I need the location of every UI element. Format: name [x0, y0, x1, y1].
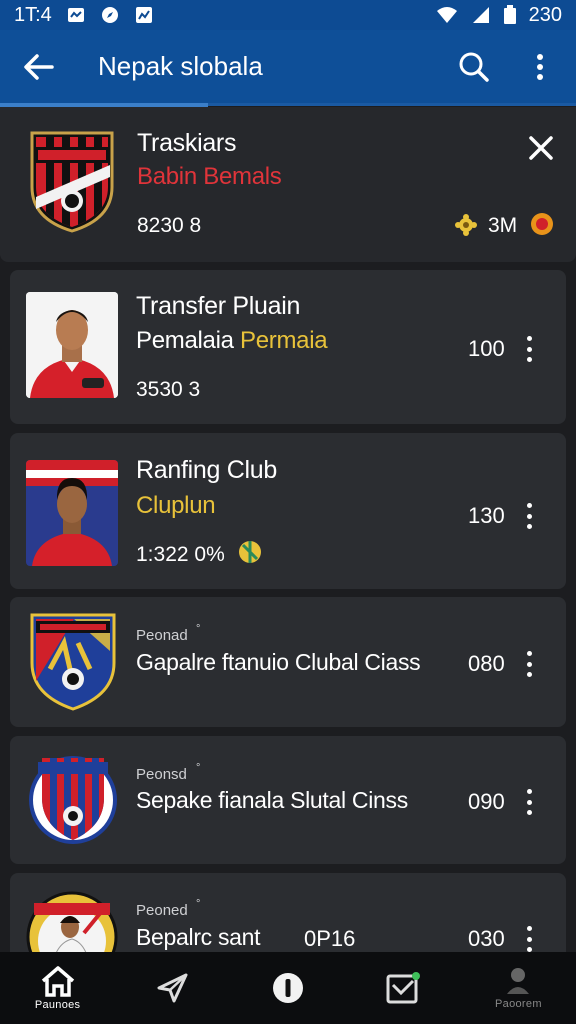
card-extra: 0P16 — [304, 926, 356, 951]
close-button[interactable] — [528, 135, 556, 163]
arrow-left-icon — [24, 53, 54, 80]
nav-info[interactable] — [230, 952, 345, 1024]
ball-icon — [239, 541, 261, 563]
superscript-mark: ° — [196, 623, 201, 635]
card-value: 100 — [468, 336, 505, 361]
club-list: Traskiars Babin Bemals 8230 8 3M Transfe… — [0, 107, 576, 952]
card-title: Traskiars — [137, 129, 237, 157]
item-menu-button[interactable] — [522, 651, 536, 677]
battery-text: 230 — [528, 3, 562, 26]
card-title: Bepalrc sant — [136, 924, 261, 950]
list-item[interactable]: Ranfing Club Cluplun 1:322 0% 130 — [10, 433, 566, 589]
card-value: 080 — [468, 651, 505, 676]
player-photo — [26, 460, 118, 566]
card-kicker: Peonsd — [136, 766, 187, 783]
item-menu-button[interactable] — [522, 503, 536, 529]
wifi-icon — [436, 7, 457, 23]
club-crest-logo — [30, 131, 114, 233]
fire-icon — [531, 213, 553, 235]
card-subtitle: Pemalaia Permaia — [136, 327, 328, 355]
card-title: Gapalre ftanuio Clubal Ciass — [136, 649, 421, 675]
app-bar: Nepak slobala — [0, 30, 576, 106]
card-stat: 8230 8 — [137, 214, 202, 237]
card-title: Sepake fianala Slutal Cinss — [136, 787, 408, 813]
nav-profile[interactable]: Paoorem — [461, 952, 576, 1024]
card-subtitle: Babin Bemals — [137, 163, 282, 190]
club-crest-logo — [30, 613, 116, 711]
list-item[interactable]: Peonad ° Gapalre ftanuio Clubal Ciass 08… — [10, 597, 566, 727]
bottom-navigation: Paunoes Paoorem — [0, 952, 576, 1024]
nav-profile-label: Paoorem — [495, 998, 542, 1010]
close-icon — [529, 136, 553, 160]
info-icon — [273, 973, 303, 1003]
battery-icon — [503, 5, 516, 24]
list-item[interactable]: Transfer Pluain Pemalaia Permaia 3530 3 … — [10, 270, 566, 424]
nav-home-label: Paunoes — [34, 999, 81, 1011]
superscript-mark: ° — [196, 762, 201, 774]
nav-home[interactable]: Paunoes — [0, 952, 115, 1024]
player-photo — [26, 292, 118, 398]
item-menu-button[interactable] — [522, 789, 536, 815]
list-item[interactable]: Peoned ° Bepalrc sant 0P16 030 — [10, 873, 566, 952]
more-vert-icon — [537, 53, 543, 80]
more-options-button[interactable] — [522, 49, 558, 85]
back-button[interactable] — [18, 46, 60, 88]
status-bar: 1T:4 230 — [0, 0, 576, 30]
list-item[interactable]: Peonsd ° Sepake fianala Slutal Cinss 090 — [10, 736, 566, 864]
club-crest-logo — [26, 891, 118, 952]
home-icon — [41, 966, 74, 997]
award-icon — [455, 214, 477, 236]
card-subtitle-a: Pemalaia — [136, 327, 234, 354]
card-score: 3M — [488, 214, 518, 237]
search-button[interactable] — [456, 49, 492, 85]
card-stat: 1:322 0% — [136, 543, 225, 566]
status-time: 1T:4 — [14, 3, 52, 26]
card-kicker: Peoned — [136, 902, 188, 919]
compass-icon — [101, 7, 118, 23]
nav-mail[interactable] — [346, 952, 461, 1024]
send-icon — [157, 973, 188, 1003]
superscript-mark: ° — [196, 898, 201, 910]
card-subtitle: Cluplun — [136, 492, 216, 519]
signal-icon — [472, 7, 489, 23]
page-title: Nepak slobala — [98, 51, 263, 81]
card-kicker: Peonad — [136, 627, 188, 644]
list-item[interactable]: Traskiars Babin Bemals 8230 8 3M — [0, 107, 576, 262]
card-title: Ranfing Club — [136, 456, 277, 484]
image-icon — [135, 7, 152, 23]
item-menu-button[interactable] — [522, 336, 536, 362]
card-value: 090 — [468, 789, 505, 814]
search-icon — [459, 52, 489, 82]
card-value: 030 — [468, 926, 505, 951]
nav-send[interactable] — [115, 952, 230, 1024]
card-value: 130 — [468, 503, 505, 528]
club-crest-logo — [29, 756, 117, 844]
card-stat: 3530 3 — [136, 378, 201, 401]
card-title: Transfer Pluain — [136, 292, 301, 320]
mail-icon — [386, 972, 421, 1004]
item-menu-button[interactable] — [522, 926, 536, 952]
message-icon — [67, 8, 84, 22]
profile-icon — [507, 968, 530, 994]
card-subtitle-b: Permaia — [240, 327, 328, 354]
